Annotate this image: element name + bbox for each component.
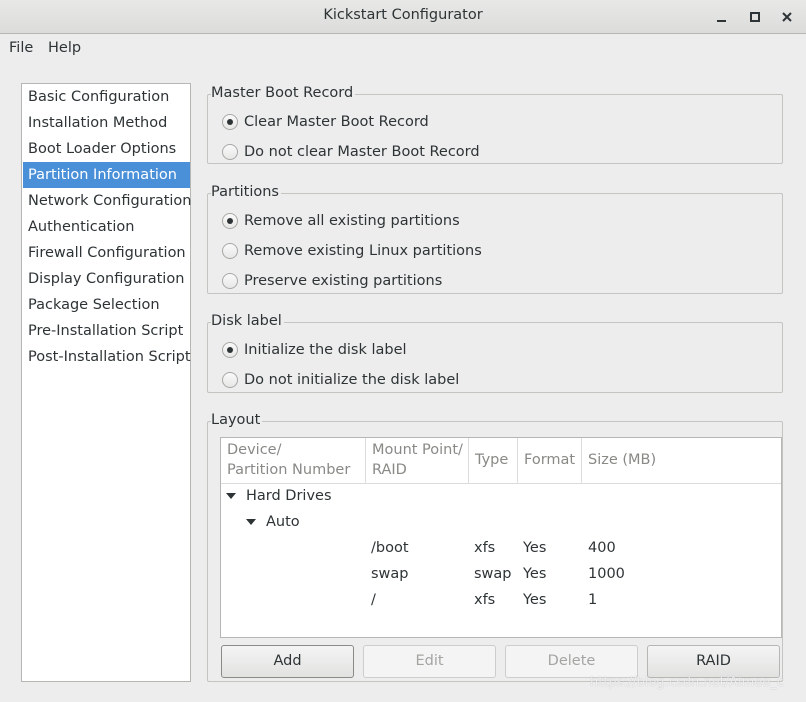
- sidebar-item-display-configuration[interactable]: Display Configuration: [23, 266, 190, 292]
- column-header-device-line1: Device/: [227, 442, 282, 458]
- column-header-mount-line1: Mount Point/: [372, 442, 463, 458]
- radio-checked-icon[interactable]: [222, 342, 238, 358]
- sidebar-item-package-selection[interactable]: Package Selection: [23, 292, 190, 318]
- expander-down-icon[interactable]: [226, 493, 236, 499]
- menu-help[interactable]: Help: [48, 40, 81, 56]
- menu-bar: File Help: [0, 35, 806, 63]
- watermark: https://blog.csdn.net/Aimee_c: [590, 675, 784, 690]
- row-type: xfs: [474, 592, 496, 608]
- column-header-format[interactable]: Format: [518, 438, 582, 484]
- disklabel-init-label: Initialize the disk label: [244, 342, 407, 358]
- sidebar-item-basic-configuration[interactable]: Basic Configuration: [23, 84, 190, 110]
- partitions-title: Partitions: [211, 184, 281, 200]
- column-header-size[interactable]: Size (MB): [582, 438, 781, 484]
- sidebar-item-firewall-configuration[interactable]: Firewall Configuration: [23, 240, 190, 266]
- row-mount[interactable]: /: [371, 591, 376, 609]
- column-header-size-label: Size (MB): [588, 452, 657, 468]
- partitions-remove-linux-label: Remove existing Linux partitions: [244, 243, 482, 259]
- column-header-device[interactable]: Device/ Partition Number: [221, 438, 366, 484]
- column-header-mount-line2: RAID: [372, 462, 407, 478]
- row-size: 1: [588, 592, 598, 608]
- partitions-preserve-label: Preserve existing partitions: [244, 273, 443, 289]
- tree-root-hard-drives[interactable]: Hard Drives: [246, 487, 332, 505]
- row-type: swap: [474, 566, 512, 582]
- radio-unchecked-icon[interactable]: [222, 144, 238, 160]
- radio-unchecked-icon[interactable]: [222, 273, 238, 289]
- add-button[interactable]: Add: [221, 645, 354, 678]
- delete-button[interactable]: Delete: [505, 645, 638, 678]
- sidebar-item-pre-installation-script[interactable]: Pre-Installation Script: [23, 318, 190, 344]
- column-header-format-label: Format: [524, 452, 576, 468]
- menu-file[interactable]: File: [9, 40, 33, 56]
- radio-unchecked-icon[interactable]: [222, 372, 238, 388]
- sidebar-item-partition-information[interactable]: Partition Information: [23, 162, 190, 188]
- sidebar-item-authentication[interactable]: Authentication: [23, 214, 190, 240]
- column-header-type[interactable]: Type: [469, 438, 518, 484]
- row-type: xfs: [474, 540, 496, 556]
- close-icon[interactable]: [778, 8, 796, 26]
- sidebar-item-installation-method[interactable]: Installation Method: [23, 110, 190, 136]
- sidebar-item-boot-loader-options[interactable]: Boot Loader Options: [23, 136, 190, 162]
- tree-child-auto[interactable]: Auto: [266, 513, 300, 531]
- partition-tree[interactable]: Device/ Partition Number Mount Point/ RA…: [220, 437, 782, 638]
- row-format: Yes: [523, 592, 547, 608]
- row-size: 400: [588, 540, 616, 556]
- radio-unchecked-icon[interactable]: [222, 243, 238, 259]
- window-title: Kickstart Configurator: [323, 7, 483, 23]
- column-header-device-line2: Partition Number: [227, 462, 351, 478]
- row-size: 1000: [588, 566, 625, 582]
- partitions-remove-all-label: Remove all existing partitions: [244, 213, 460, 229]
- edit-button[interactable]: Edit: [363, 645, 496, 678]
- layout-title: Layout: [211, 412, 263, 428]
- mbr-title: Master Boot Record: [211, 85, 356, 101]
- raid-button[interactable]: RAID: [647, 645, 780, 678]
- column-header-mount[interactable]: Mount Point/ RAID: [366, 438, 469, 484]
- sidebar-item-network-configuration[interactable]: Network Configuration: [23, 188, 192, 214]
- row-mount[interactable]: swap: [371, 565, 409, 583]
- mbr-clear-label: Clear Master Boot Record: [244, 114, 429, 130]
- disklabel-title: Disk label: [211, 313, 284, 329]
- mbr-noclear-label: Do not clear Master Boot Record: [244, 144, 480, 160]
- radio-checked-icon[interactable]: [222, 213, 238, 229]
- column-header-type-label: Type: [475, 452, 509, 468]
- row-mount[interactable]: /boot: [371, 539, 409, 557]
- radio-checked-icon[interactable]: [222, 114, 238, 130]
- minimize-icon[interactable]: [712, 8, 730, 26]
- title-bar: Kickstart Configurator: [0, 0, 806, 34]
- row-format: Yes: [523, 566, 547, 582]
- sidebar-item-post-installation-script[interactable]: Post-Installation Script: [23, 344, 191, 370]
- expander-down-icon[interactable]: [246, 519, 256, 525]
- sidebar: Basic Configuration Installation Method …: [21, 83, 192, 682]
- row-format: Yes: [523, 540, 547, 556]
- maximize-icon[interactable]: [746, 8, 764, 26]
- disklabel-noinit-label: Do not initialize the disk label: [244, 372, 460, 388]
